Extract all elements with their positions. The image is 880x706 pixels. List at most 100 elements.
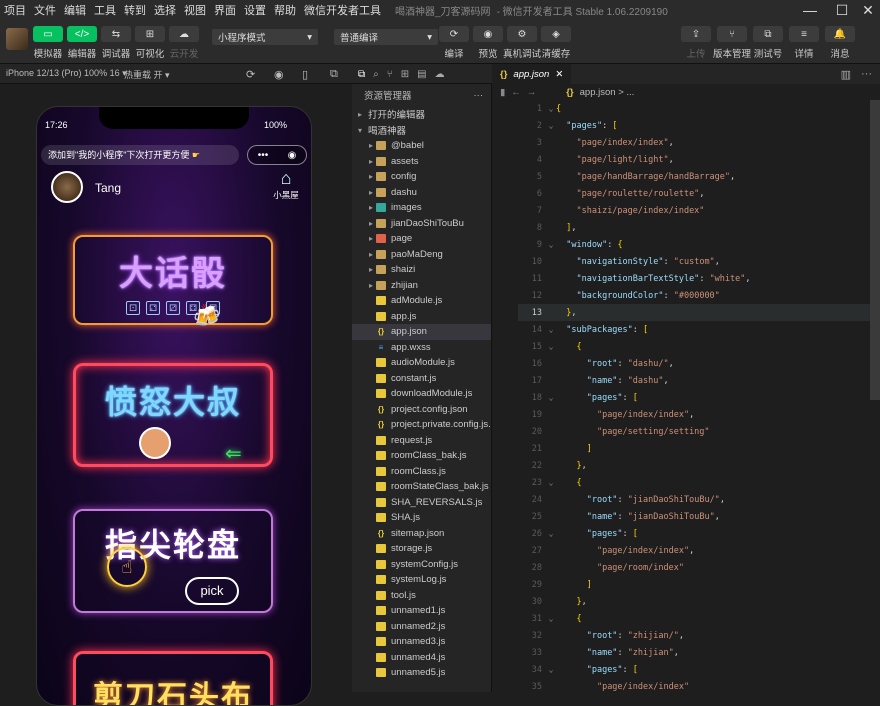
file-tree-item[interactable]: ▸ config xyxy=(352,169,491,185)
code-line[interactable]: 9 ⌄ "window": { xyxy=(518,236,880,253)
code-line[interactable]: 3 "page/index/index", xyxy=(518,134,880,151)
file-tree-item[interactable]: ≡ app.wxss xyxy=(352,340,491,356)
bookmark-icon[interactable]: ▮ xyxy=(500,87,505,98)
extensions-icon[interactable]: ⊞ xyxy=(401,69,409,80)
git-icon[interactable]: ⑂ xyxy=(387,69,393,80)
code-line[interactable]: 12 "backgroundColor": "#000000" xyxy=(518,287,880,304)
fold-chevron-icon[interactable]: ⌄ xyxy=(546,614,556,623)
file-tree-item[interactable]: {} project.config.json xyxy=(352,402,491,418)
file-tree-item[interactable]: ▸ jianDaoShiTouBu xyxy=(352,216,491,232)
fold-chevron-icon[interactable]: ⌄ xyxy=(546,478,556,487)
popout-icon[interactable]: ⧉ xyxy=(330,68,338,81)
code-line[interactable]: 32 "root": "zhijian/", xyxy=(518,627,880,644)
compile-dropdown[interactable]: 普通编译 ▾ xyxy=(334,29,438,45)
tab-app-json[interactable]: {} app.json ✕ xyxy=(492,64,572,84)
code-line[interactable]: 1 ⌄{ xyxy=(518,100,880,117)
code-line[interactable]: 35 "page/index/index" xyxy=(518,678,880,695)
toolbar-button[interactable]: ≡ 详情 xyxy=(784,26,824,60)
code-line[interactable]: 34 ⌄ "pages": [ xyxy=(518,661,880,678)
fold-chevron-icon[interactable]: ⌄ xyxy=(546,240,556,249)
file-tree-item[interactable]: SHA_REVERSALS.js xyxy=(352,495,491,511)
file-tree-item[interactable]: downloadModule.js xyxy=(352,386,491,402)
code-line[interactable]: 11 "navigationBarTextStyle": "white", xyxy=(518,270,880,287)
debug-icon[interactable]: ▤ xyxy=(417,69,426,80)
tab-close-icon[interactable]: ✕ xyxy=(555,69,563,80)
menu-item[interactable]: 设置 xyxy=(240,2,270,18)
fold-chevron-icon[interactable]: ⌄ xyxy=(546,393,556,402)
project-section[interactable]: ▾ 喝酒神器 xyxy=(352,122,491,138)
file-tree-item[interactable]: systemLog.js xyxy=(352,572,491,588)
file-tree-item[interactable]: ▸ paoMaDeng xyxy=(352,247,491,263)
code-line[interactable]: 21 ] xyxy=(518,440,880,457)
file-tree-item[interactable]: unnamed5.js xyxy=(352,665,491,681)
code-line[interactable]: 15 ⌄ { xyxy=(518,338,880,355)
code-line[interactable]: 24 "root": "jianDaoShiTouBu/", xyxy=(518,491,880,508)
code-line[interactable]: 27 "page/index/index", xyxy=(518,542,880,559)
game-card-finger-roulette[interactable]: 指尖轮盘 xyxy=(73,509,273,613)
code-line[interactable]: 22 }, xyxy=(518,457,880,474)
file-tree-item[interactable]: tool.js xyxy=(352,588,491,604)
file-tree-item[interactable]: ▸ dashu xyxy=(352,185,491,201)
game-card-dice[interactable]: 大话骰 ⚀ ⚁ ⚂ ⚃ ⚄ xyxy=(73,235,273,325)
menu-item[interactable]: 工具 xyxy=(90,2,120,18)
file-tree-item[interactable]: unnamed1.js xyxy=(352,603,491,619)
fold-chevron-icon[interactable]: ⌄ xyxy=(546,529,556,538)
file-tree-item[interactable]: ▸ shaizi xyxy=(352,262,491,278)
menu-item[interactable]: 帮助 xyxy=(270,2,300,18)
file-tree-item[interactable]: roomClass_bak.js xyxy=(352,448,491,464)
code-line[interactable]: 4 "page/light/light", xyxy=(518,151,880,168)
file-tree-item[interactable]: {} app.json xyxy=(352,324,491,340)
file-tree-item[interactable]: {} project.private.config.js... xyxy=(352,417,491,433)
code-line[interactable]: 26 ⌄ "pages": [ xyxy=(518,525,880,542)
toolbar-button[interactable]: ⑂ 版本管理 xyxy=(712,26,752,60)
code-line[interactable]: 31 ⌄ { xyxy=(518,610,880,627)
file-tree-item[interactable]: ▸ @babel xyxy=(352,138,491,154)
dark-room-button[interactable]: ⌂ 小黑屋 xyxy=(271,169,301,201)
menu-item[interactable]: 项目 xyxy=(0,2,30,18)
user-avatar-phone[interactable] xyxy=(51,171,83,203)
file-tree-item[interactable]: ▸ zhijian xyxy=(352,278,491,294)
fold-chevron-icon[interactable]: ⌄ xyxy=(546,665,556,674)
close-icon[interactable]: ✕ xyxy=(854,0,880,20)
file-tree-item[interactable]: app.js xyxy=(352,309,491,325)
code-line[interactable]: 7 "shaizi/page/index/index" xyxy=(518,202,880,219)
code-line[interactable]: 25 "name": "jianDaoShiTouBu", xyxy=(518,508,880,525)
game-card-rock-paper-scissors[interactable]: 剪刀石头布 xyxy=(73,651,273,705)
code-line[interactable]: 13 }, xyxy=(518,304,880,321)
user-avatar[interactable] xyxy=(6,28,28,50)
toolbar-button[interactable]: 🔔 消息 xyxy=(820,26,860,60)
file-tree-item[interactable]: unnamed3.js xyxy=(352,634,491,650)
file-tree-item[interactable]: constant.js xyxy=(352,371,491,387)
refresh-icon[interactable]: ⟳ xyxy=(246,68,255,81)
file-tree-item[interactable]: adModule.js xyxy=(352,293,491,309)
fold-chevron-icon[interactable]: ⌄ xyxy=(546,104,556,113)
file-tree-item[interactable]: roomClass.js xyxy=(352,464,491,480)
code-line[interactable]: 18 ⌄ "pages": [ xyxy=(518,389,880,406)
device-selector[interactable]: iPhone 12/13 (Pro) 100% 16 ▾ xyxy=(6,68,127,79)
split-editor-icon[interactable]: ▥ xyxy=(841,68,851,81)
file-tree-item[interactable]: systemConfig.js xyxy=(352,557,491,573)
file-tree-item[interactable]: request.js xyxy=(352,433,491,449)
file-tree-item[interactable]: ▸ assets xyxy=(352,154,491,170)
menu-item[interactable]: 视图 xyxy=(180,2,210,18)
capsule-menu-icon[interactable]: ••• xyxy=(258,150,269,161)
cloud-icon[interactable]: ☁ xyxy=(435,69,445,80)
file-tree-item[interactable]: ▸ images xyxy=(352,200,491,216)
code-line[interactable]: 17 "name": "dashu", xyxy=(518,372,880,389)
file-tree-item[interactable]: ▸ page xyxy=(352,231,491,247)
code-lines[interactable]: 1 ⌄{2 ⌄ "pages": [3 "page/index/index", 4 "… xyxy=(518,100,880,695)
code-line[interactable]: 2 ⌄ "pages": [ xyxy=(518,117,880,134)
file-tree-item[interactable]: SHA.js xyxy=(352,510,491,526)
code-line[interactable]: 28 "page/room/index" xyxy=(518,559,880,576)
code-line[interactable]: 8 ], xyxy=(518,219,880,236)
toolbar-button[interactable]: ⧉ 测试号 xyxy=(748,26,788,60)
mode-dropdown[interactable]: 小程序模式 ▾ xyxy=(212,29,318,45)
file-tree-item[interactable]: audioModule.js xyxy=(352,355,491,371)
code-line[interactable]: 16 "root": "dashu/", xyxy=(518,355,880,372)
toolbar-button[interactable]: ⇪ 上传 xyxy=(676,26,716,60)
file-tree-item[interactable]: roomStateClass_bak.js xyxy=(352,479,491,495)
menu-item[interactable]: 微信开发者工具 xyxy=(300,2,385,18)
phone-icon[interactable]: ▯ xyxy=(302,68,308,81)
code-line[interactable]: 20 "page/setting/setting" xyxy=(518,423,880,440)
menu-item[interactable]: 选择 xyxy=(150,2,180,18)
